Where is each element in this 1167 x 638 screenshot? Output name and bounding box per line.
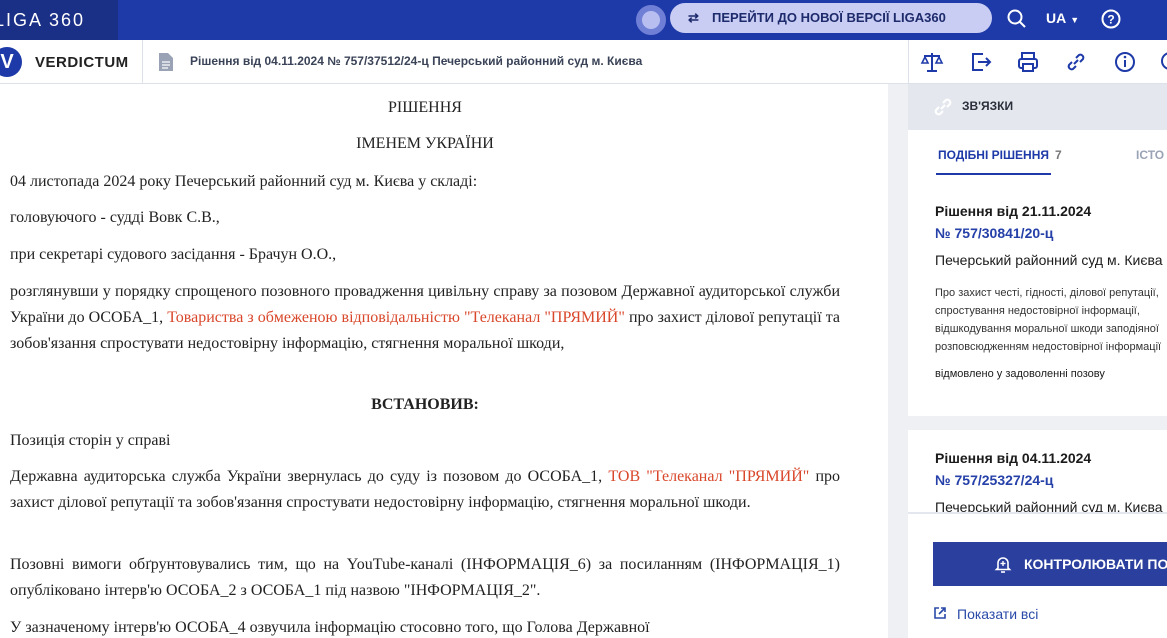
court-name: Печерський районний суд м. Києва [935, 499, 1163, 512]
brand-name[interactable]: VERDICTUM [35, 54, 129, 71]
bell-plus-icon [994, 557, 1012, 573]
document-icon [159, 53, 173, 71]
svg-text:?: ? [1107, 13, 1114, 27]
document-heading: РІШЕННЯ [388, 99, 462, 116]
tab-count: 7 [1055, 148, 1062, 162]
control-event-label: КОНТРОЛЮВАТИ ПОДІЮ [1024, 556, 1167, 572]
decision-date: Рішення від 21.11.2024 [935, 203, 1092, 219]
decision-card[interactable]: Рішення від 21.11.2024 № 757/30841/20-ц … [908, 185, 1167, 416]
tab-history[interactable]: ІСТО [1136, 148, 1164, 162]
chevron-down-icon: ▼ [1070, 15, 1080, 25]
show-all-link[interactable]: Показати всі [933, 606, 1038, 622]
link-icon[interactable] [1064, 50, 1088, 74]
external-link-icon [934, 607, 946, 619]
paragraph: головуючого - судді Вовк С.В., [10, 209, 220, 226]
entity-link[interactable]: Товариства з обмеженою відповідальністю … [167, 309, 625, 326]
help-icon[interactable]: ? [1100, 8, 1122, 30]
new-version-label: ПЕРЕЙТИ ДО НОВОЇ ВЕРСІЇ LIGA360 [712, 10, 946, 25]
paragraph: 04 листопада 2024 року Печерський районн… [10, 173, 478, 190]
divider [908, 512, 1167, 514]
document-subheading: ІМЕНЕМ УКРАЇНИ [356, 135, 494, 152]
tab-label: ПОДІБНІ РІШЕННЯ [938, 148, 1049, 162]
section-heading-text: ВСТАНОВИВ: [371, 396, 479, 413]
court-name: Печерський районний суд м. Києва [935, 252, 1163, 268]
divider [908, 40, 909, 84]
tab-similar-decisions[interactable]: ПОДІБНІ РІШЕННЯ 7 [938, 148, 1062, 162]
top-bar [0, 0, 1167, 40]
info-icon[interactable] [1113, 50, 1137, 74]
swap-icon: ⇄ [688, 10, 699, 25]
paragraph: Позиція сторін у справі [10, 432, 171, 449]
paragraph: У зазначеному інтерв'ю ОСОБА_4 озвучила … [10, 619, 650, 636]
case-number-link[interactable]: № 757/30841/20-ц [935, 225, 1053, 241]
decision-result: відмовлено у задоволенні позову [935, 368, 1105, 380]
relations-header: ЗВ'ЯЗКИ [908, 84, 1167, 130]
card-separator [908, 416, 1167, 430]
show-all-label: Показати всі [957, 606, 1039, 622]
language-label: UA [1046, 10, 1067, 26]
section-heading: ВСТАНОВИВ: [10, 392, 840, 418]
new-version-button[interactable]: ⇄ ПЕРЕЙТИ ДО НОВОЇ ВЕРСІЇ LIGA360 [670, 3, 992, 33]
chat-icon[interactable] [1158, 50, 1167, 74]
decision-description: Про захист честі, гідності, ділової репу… [935, 287, 1162, 353]
paragraph: розглянувши у порядку спрощеного позовно… [10, 279, 840, 357]
active-tab-indicator [936, 173, 1051, 175]
liga360-logo[interactable]: LIGA 360 [0, 0, 118, 40]
logo-text: LIGA 360 [0, 10, 86, 30]
relations-title: ЗВ'ЯЗКИ [962, 99, 1014, 113]
decision-date: Рішення від 04.11.2024 [935, 450, 1092, 466]
export-icon[interactable] [969, 50, 993, 74]
paragraph: Державна аудиторська служба України звер… [10, 464, 840, 516]
search-icon[interactable] [1006, 8, 1028, 30]
promo-indicator-icon [636, 5, 666, 35]
control-event-button[interactable]: КОНТРОЛЮВАТИ ПОДІЮ [933, 542, 1167, 586]
divider [142, 40, 143, 84]
link-icon [934, 98, 952, 116]
paragraph: при секретарі судового засідання - Брачу… [10, 246, 337, 263]
language-selector[interactable]: UA ▼ [1046, 0, 1079, 38]
paragraph-text: Державна аудиторська служба України звер… [10, 468, 609, 485]
print-icon[interactable] [1016, 50, 1040, 74]
case-number-link[interactable]: № 757/25327/24-ц [935, 472, 1053, 488]
entity-link[interactable]: ТОВ "Телеканал "ПРЯМИЙ" [608, 468, 809, 485]
paragraph: Позовні вимоги обґрунтовувались тим, що … [10, 556, 840, 599]
decision-card[interactable]: Рішення від 04.11.2024 № 757/25327/24-ц … [908, 430, 1167, 512]
scales-icon[interactable] [920, 50, 944, 74]
document-body: РІШЕННЯ ІМЕНЕМ УКРАЇНИ 04 листопада 2024… [0, 84, 888, 638]
document-title: Рішення від 04.11.2024 № 757/37512/24-ц … [190, 54, 643, 68]
